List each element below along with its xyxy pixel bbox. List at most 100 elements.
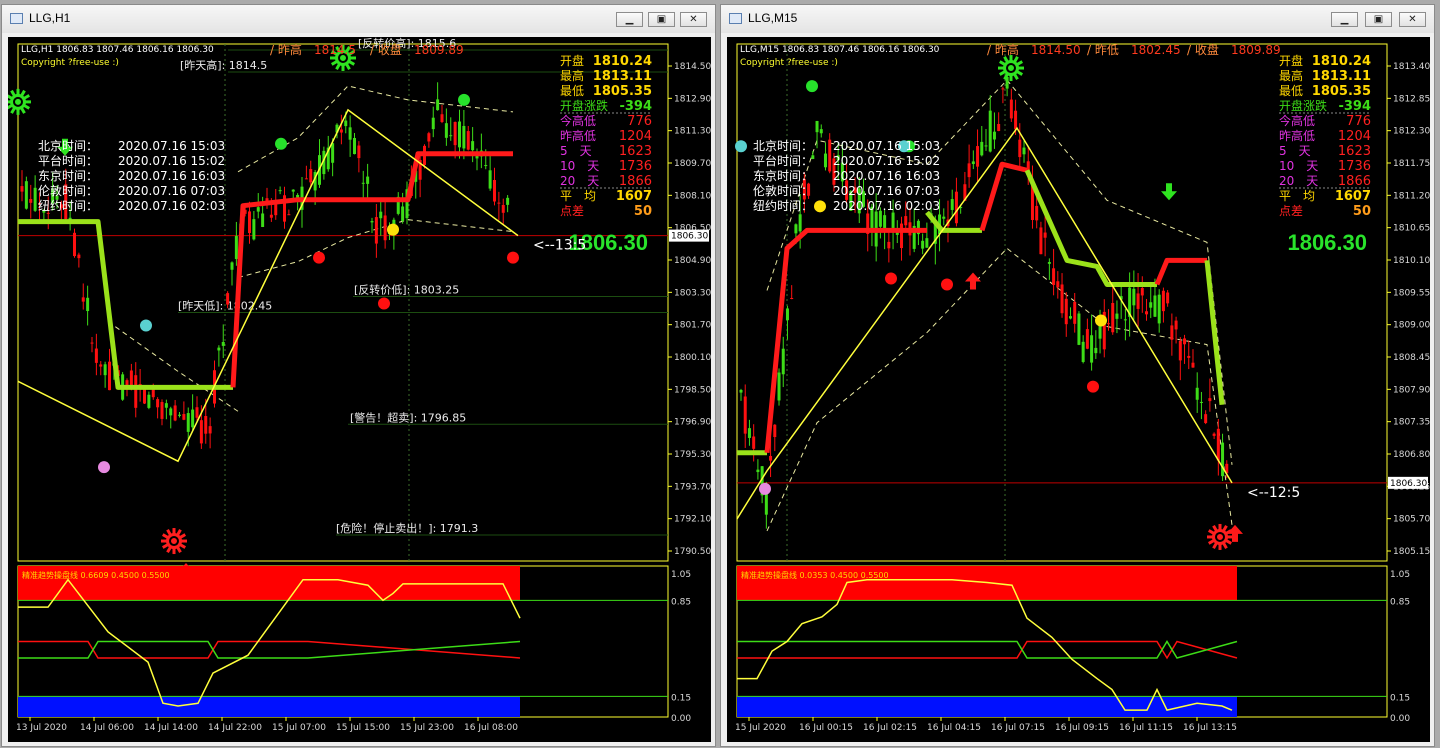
candle-body xyxy=(992,131,996,140)
info-panel-label: 今高低 xyxy=(1279,113,1315,128)
price-tick-label: 1808.10 xyxy=(674,191,711,201)
candle-body xyxy=(151,389,155,398)
candle-body xyxy=(1183,338,1187,345)
candle-body xyxy=(462,125,466,149)
signal-dot xyxy=(458,93,470,106)
time-value: 2020.07.16 15:02 xyxy=(118,154,225,168)
candle-body xyxy=(204,415,208,434)
info-panel-label: 最高 xyxy=(1279,68,1303,83)
chart-window-h1[interactable]: LLG,H1 ▁ ▣ ✕ 1814.50 1812.90 1811.30 1809.7… xyxy=(1,4,716,747)
chart-window-m15[interactable]: LLG,M15 ▁ ▣ ✕ 1813.40 1812.85 1812.30 1811.… xyxy=(720,4,1435,747)
candle-body xyxy=(777,372,781,401)
candle-body xyxy=(769,455,773,461)
time-label: 东京时间： xyxy=(38,169,98,183)
candle-body xyxy=(252,219,256,240)
sun-signal-icon xyxy=(1207,523,1233,550)
time-tick-label: 16 Jul 02:15 xyxy=(863,723,917,733)
minimize-button[interactable]: ▁ xyxy=(1331,12,1358,27)
candle-body xyxy=(1208,398,1212,402)
candle-body xyxy=(339,129,343,133)
level-label: [危险！停止卖出！]: 1791.3 xyxy=(336,521,478,535)
info-panel-label: 20 天 xyxy=(560,174,599,188)
candle-body xyxy=(344,120,348,127)
candle-body xyxy=(1111,303,1115,333)
chart-area[interactable]: 1814.50 1812.90 1811.30 1809.70 1808.10 1806.… xyxy=(8,37,711,742)
price-tick-label: 1810.10 xyxy=(1393,256,1430,266)
candle-body xyxy=(361,182,365,184)
candle-body xyxy=(967,163,971,178)
maximize-button[interactable]: ▣ xyxy=(648,12,675,27)
candle-body xyxy=(256,207,260,212)
info-panel-value: 1623 xyxy=(1338,144,1371,159)
candle-body xyxy=(747,428,751,438)
candle-body xyxy=(743,396,747,434)
candle-body xyxy=(971,161,975,164)
info-panel-value: 1810.24 xyxy=(1312,54,1371,69)
time-tick-label: 16 Jul 09:15 xyxy=(1055,723,1109,733)
info-panel-label: 5 天 xyxy=(560,144,592,158)
candle-body xyxy=(925,238,929,248)
window-title: LLG,H1 xyxy=(29,11,71,25)
candle-body xyxy=(1077,313,1081,345)
time-tick-label: 16 Jul 11:15 xyxy=(1119,723,1173,733)
candle-body xyxy=(147,394,151,408)
info-panel-value: 1813.11 xyxy=(593,69,652,84)
indicator-tick-label: 0.85 xyxy=(671,597,691,607)
info-panel-label: 今高低 xyxy=(560,113,596,128)
title-bar[interactable]: LLG,M15 ▁ ▣ ✕ xyxy=(721,5,1434,33)
signal-line-green xyxy=(18,640,521,659)
candle-body xyxy=(819,129,823,134)
time-label: 平台时间： xyxy=(753,153,813,168)
time-value: 2020.07.16 15:03 xyxy=(833,139,940,153)
minimize-icon: ▁ xyxy=(625,14,634,25)
candle-body xyxy=(449,135,453,137)
close-button[interactable]: ✕ xyxy=(1399,12,1426,27)
price-chart[interactable]: 1813.40 1812.85 1812.30 1811.75 1811.20 1810.… xyxy=(727,37,1430,742)
candle-body xyxy=(86,297,90,312)
time-tick-label: 16 Jul 04:15 xyxy=(927,723,981,733)
price-tick-label: 1803.30 xyxy=(674,288,711,298)
time-value: 2020.07.16 15:03 xyxy=(118,139,225,153)
close-button[interactable]: ✕ xyxy=(680,12,707,27)
price-chart[interactable]: 1814.50 1812.90 1811.30 1809.70 1808.10 1806.… xyxy=(8,37,711,742)
minimize-button[interactable]: ▁ xyxy=(616,12,643,27)
candle-body xyxy=(950,199,954,210)
candle-body xyxy=(230,262,234,270)
info-panel-label: 开盘 xyxy=(1279,53,1303,68)
time-label: 北京时间： xyxy=(753,139,813,153)
trend-line xyxy=(230,151,513,388)
time-tick-label: 16 Jul 07:15 xyxy=(991,723,1045,733)
time-value: 2020.07.16 07:03 xyxy=(118,184,225,198)
candle-body xyxy=(501,205,505,213)
candle-body xyxy=(984,145,988,147)
candle-body xyxy=(33,187,37,211)
signal-line-green xyxy=(737,640,1238,659)
price-tick-label: 1798.50 xyxy=(674,385,711,395)
time-tick-label: 16 Jul 13:15 xyxy=(1183,723,1237,733)
signal-dot xyxy=(387,223,399,236)
title-bar[interactable]: LLG,H1 ▁ ▣ ✕ xyxy=(2,5,715,33)
big-price-label: 1806.30 xyxy=(1287,230,1367,255)
chart-area[interactable]: 1813.40 1812.85 1812.30 1811.75 1811.20 1810.… xyxy=(727,37,1430,742)
info-panel-value: -394 xyxy=(619,99,652,114)
price-tick-label: 1800.10 xyxy=(674,353,711,363)
price-tick-label: 1796.90 xyxy=(674,418,711,428)
candle-body xyxy=(976,146,980,167)
time-label: 北京时间： xyxy=(38,139,98,153)
candle-body xyxy=(440,114,444,122)
candle-body xyxy=(199,420,203,444)
window-title: LLG,M15 xyxy=(748,11,798,25)
info-panel-value: 1810.24 xyxy=(593,54,652,69)
candle-body xyxy=(143,388,146,404)
price-tick-label: 1790.50 xyxy=(674,547,711,557)
maximize-button[interactable]: ▣ xyxy=(1365,12,1392,27)
candle-body xyxy=(24,181,28,209)
info-panel-value: 1607 xyxy=(1335,189,1371,204)
candle-body xyxy=(348,127,352,140)
window-icon xyxy=(729,13,742,24)
price-tick-label: 1812.90 xyxy=(674,94,711,104)
candle-body xyxy=(156,399,160,408)
candle-body xyxy=(1068,316,1072,319)
candle-body xyxy=(798,214,802,232)
candle-body xyxy=(1149,302,1153,308)
